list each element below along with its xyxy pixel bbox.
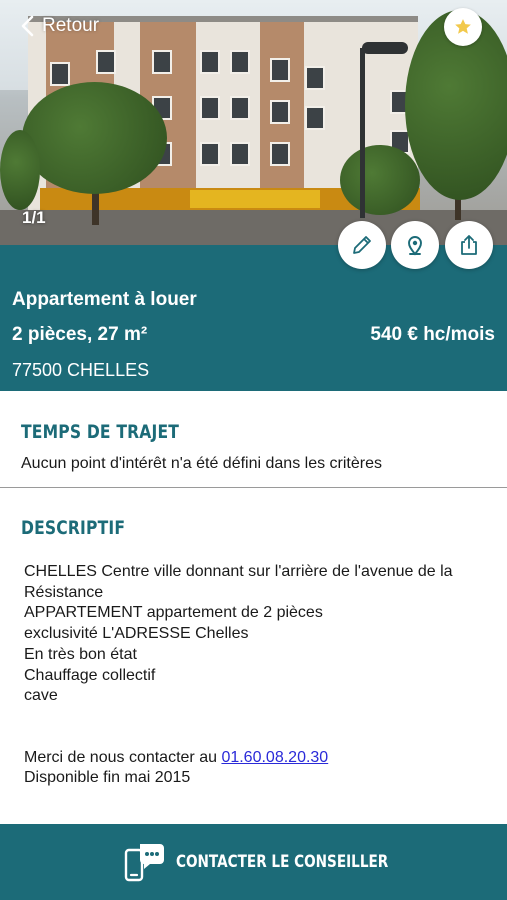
back-chevron-icon	[21, 15, 34, 37]
description-line: CHELLES Centre ville donnant sur l'arriè…	[24, 563, 453, 601]
description-line: exclusivité L'ADRESSE Chelles	[24, 625, 249, 643]
back-button[interactable]: Retour	[18, 14, 99, 38]
map-pin-icon	[408, 236, 422, 256]
photo-tree-left	[22, 82, 167, 194]
listing-city: 77500 CHELLES	[12, 360, 150, 380]
description-body: CHELLES Centre ville donnant sur l'arriè…	[24, 562, 494, 707]
contact-line: Merci de nous contacter au 01.60.08.20.3…	[24, 748, 328, 769]
listing-rooms-area: 2 pièces, 27 m²	[12, 324, 148, 345]
description-line: En très bon état	[24, 645, 137, 663]
listing-summary: Appartement à louer 2 pièces, 27 m² 540 …	[0, 245, 507, 391]
listing-photo[interactable]: Retour 1/1	[0, 0, 507, 245]
pencil-icon	[353, 236, 371, 254]
photo-street-lamp	[360, 48, 365, 218]
description-line: APPARTEMENT appartement de 2 pièces	[24, 604, 323, 622]
back-button-label: Retour	[42, 15, 100, 36]
contact-prefix: Merci de nous contacter au	[24, 749, 222, 766]
favorite-button[interactable]	[444, 8, 482, 46]
share-button[interactable]	[445, 221, 493, 269]
star-icon	[455, 19, 471, 34]
listing-type: Appartement à louer	[12, 289, 197, 310]
contact-advisor-button[interactable]: CONTACTER LE CONSEILLER	[0, 824, 507, 900]
listing-price: 540 € hc/mois	[370, 324, 495, 345]
photo-counter: 1/1	[22, 208, 46, 227]
travel-time-title: TEMPS DE TRAJET	[21, 421, 180, 443]
map-button[interactable]	[391, 221, 439, 269]
section-divider	[0, 487, 507, 488]
availability-text: Disponible fin mai 2015	[24, 769, 191, 786]
description-line: cave	[24, 687, 58, 705]
description-title: DESCRIPTIF	[21, 517, 126, 539]
description-line: Chauffage collectif	[24, 666, 156, 684]
share-icon	[461, 235, 477, 255]
phone-link[interactable]: 01.60.08.20.30	[221, 749, 328, 766]
phone-chat-icon	[124, 844, 164, 882]
edit-button[interactable]	[338, 221, 386, 269]
contact-advisor-label: CONTACTER LE CONSEILLER	[175, 852, 388, 872]
travel-time-text: Aucun point d'intérêt n'a été défini dan…	[21, 455, 382, 472]
